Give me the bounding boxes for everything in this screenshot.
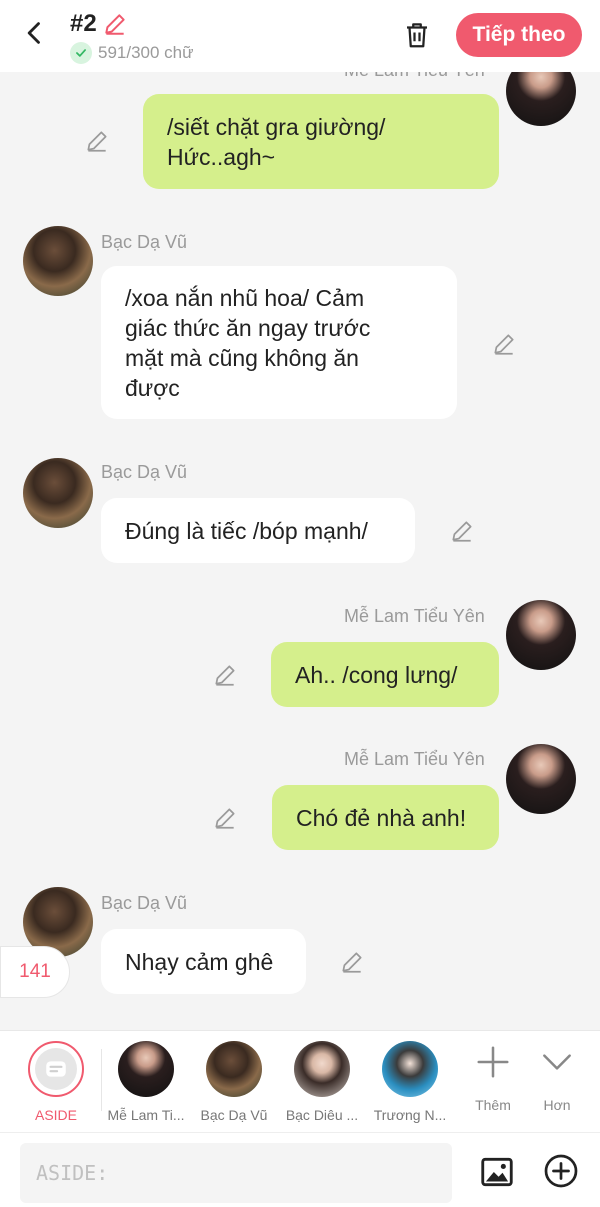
character-name: Mễ Lam Ti... <box>107 1107 185 1123</box>
edit-message-icon[interactable] <box>449 518 475 544</box>
character-bar: ASIDE Mễ Lam Ti... Bạc Dạ Vũ Bạc Diêu ..… <box>0 1030 600 1132</box>
image-button[interactable] <box>478 1153 516 1191</box>
sender-name: Bạc Dạ Vũ <box>101 462 188 482</box>
word-count: 591/300 chữ <box>70 42 194 64</box>
expand-button[interactable]: Hơn <box>538 1043 576 1113</box>
character-option[interactable]: Mễ Lam Ti... <box>101 1041 191 1123</box>
word-count-text: 591/300 chữ <box>98 43 194 62</box>
aside-avatar <box>28 1041 84 1097</box>
message-text: được <box>125 374 180 401</box>
sender-name: Bạc Dạ Vũ <box>101 232 188 252</box>
title-row: #2 <box>70 10 129 38</box>
message-bubble[interactable]: Ah.. /cong lưng/ <box>271 642 499 707</box>
message-bubble[interactable]: /xoa nắn nhũ hoa/ Cảm giác thức ăn ngay … <box>101 266 457 419</box>
delete-button[interactable] <box>400 18 434 52</box>
aside-label: ASIDE <box>34 1107 77 1123</box>
plus-circle-icon <box>544 1154 578 1188</box>
message-text: /xoa nắn nhũ hoa/ Cảm <box>125 284 365 311</box>
back-button[interactable] <box>20 18 50 48</box>
trash-icon <box>407 23 427 48</box>
message-text: giác thức ăn ngay trước <box>125 314 371 341</box>
image-icon <box>481 1157 513 1187</box>
avatar <box>294 1041 350 1097</box>
avatar[interactable] <box>23 458 93 528</box>
page-title: #2 <box>70 10 97 37</box>
character-option[interactable]: Bạc Dạ Vũ <box>189 1041 279 1123</box>
message-input[interactable] <box>20 1143 452 1203</box>
chevron-left-icon <box>27 22 40 44</box>
message-text: Nhạy cảm ghê <box>125 948 274 975</box>
counter-badge[interactable]: 141 <box>0 946 70 998</box>
avatar <box>206 1041 262 1097</box>
plus-icon <box>477 1046 509 1078</box>
check-icon <box>70 42 92 64</box>
message-text: Ah.. /cong lưng/ <box>295 661 458 688</box>
message-bubble[interactable]: /siết chặt gra giường/ Hức..agh~ <box>143 94 499 189</box>
edit-title-icon[interactable] <box>101 10 129 38</box>
character-option[interactable]: Trương N... <box>365 1041 455 1123</box>
next-button[interactable]: Tiếp theo <box>456 13 582 57</box>
add-character-label: Thêm <box>475 1097 511 1113</box>
avatar[interactable] <box>506 744 576 814</box>
edit-message-icon[interactable] <box>491 331 517 357</box>
character-name: Bạc Dạ Vũ <box>200 1107 268 1123</box>
edit-message-icon[interactable] <box>212 662 238 688</box>
edit-message-icon[interactable] <box>339 949 365 975</box>
edit-message-icon[interactable] <box>212 805 238 831</box>
counter-value: 141 <box>19 961 51 982</box>
add-button[interactable] <box>543 1153 579 1189</box>
message-bubble[interactable]: Đúng là tiếc /bóp mạnh/ <box>101 498 415 563</box>
message-text: Chó đẻ nhà anh! <box>296 804 467 831</box>
sender-name: Mễ Lam Tiểu Yên <box>344 606 485 626</box>
aside-option[interactable]: ASIDE <box>11 1041 101 1123</box>
chat-area[interactable]: Mễ Lam Tiểu Yên /siết chặt gra giường/ H… <box>0 0 600 1030</box>
chat-bubble-icon <box>46 1061 66 1077</box>
sender-name: Bạc Dạ Vũ <box>101 893 188 913</box>
message-bubble[interactable]: Nhạy cảm ghê <box>101 929 306 994</box>
expand-label: Hơn <box>543 1097 571 1113</box>
avatar[interactable] <box>506 600 576 670</box>
avatar[interactable] <box>23 226 93 296</box>
avatar <box>382 1041 438 1097</box>
input-bar <box>0 1132 600 1207</box>
edit-message-icon[interactable] <box>84 128 110 154</box>
add-character-button[interactable]: Thêm <box>474 1043 512 1113</box>
message-text: Hức..agh~ <box>167 143 276 170</box>
sender-name: Mễ Lam Tiểu Yên <box>344 749 485 769</box>
chevron-down-icon <box>543 1054 571 1070</box>
message-text: mặt mà cũng không ăn <box>125 344 359 371</box>
avatar <box>118 1041 174 1097</box>
top-bar: #2 591/300 chữ Tiếp theo <box>0 0 600 72</box>
message-text: /siết chặt gra giường/ <box>167 113 386 140</box>
character-name: Bạc Diêu ... <box>285 1107 359 1123</box>
character-name: Trương N... <box>373 1107 447 1123</box>
message-bubble[interactable]: Chó đẻ nhà anh! <box>272 785 499 850</box>
message-text: Đúng là tiếc /bóp mạnh/ <box>125 517 368 544</box>
character-option[interactable]: Bạc Diêu ... <box>277 1041 367 1123</box>
